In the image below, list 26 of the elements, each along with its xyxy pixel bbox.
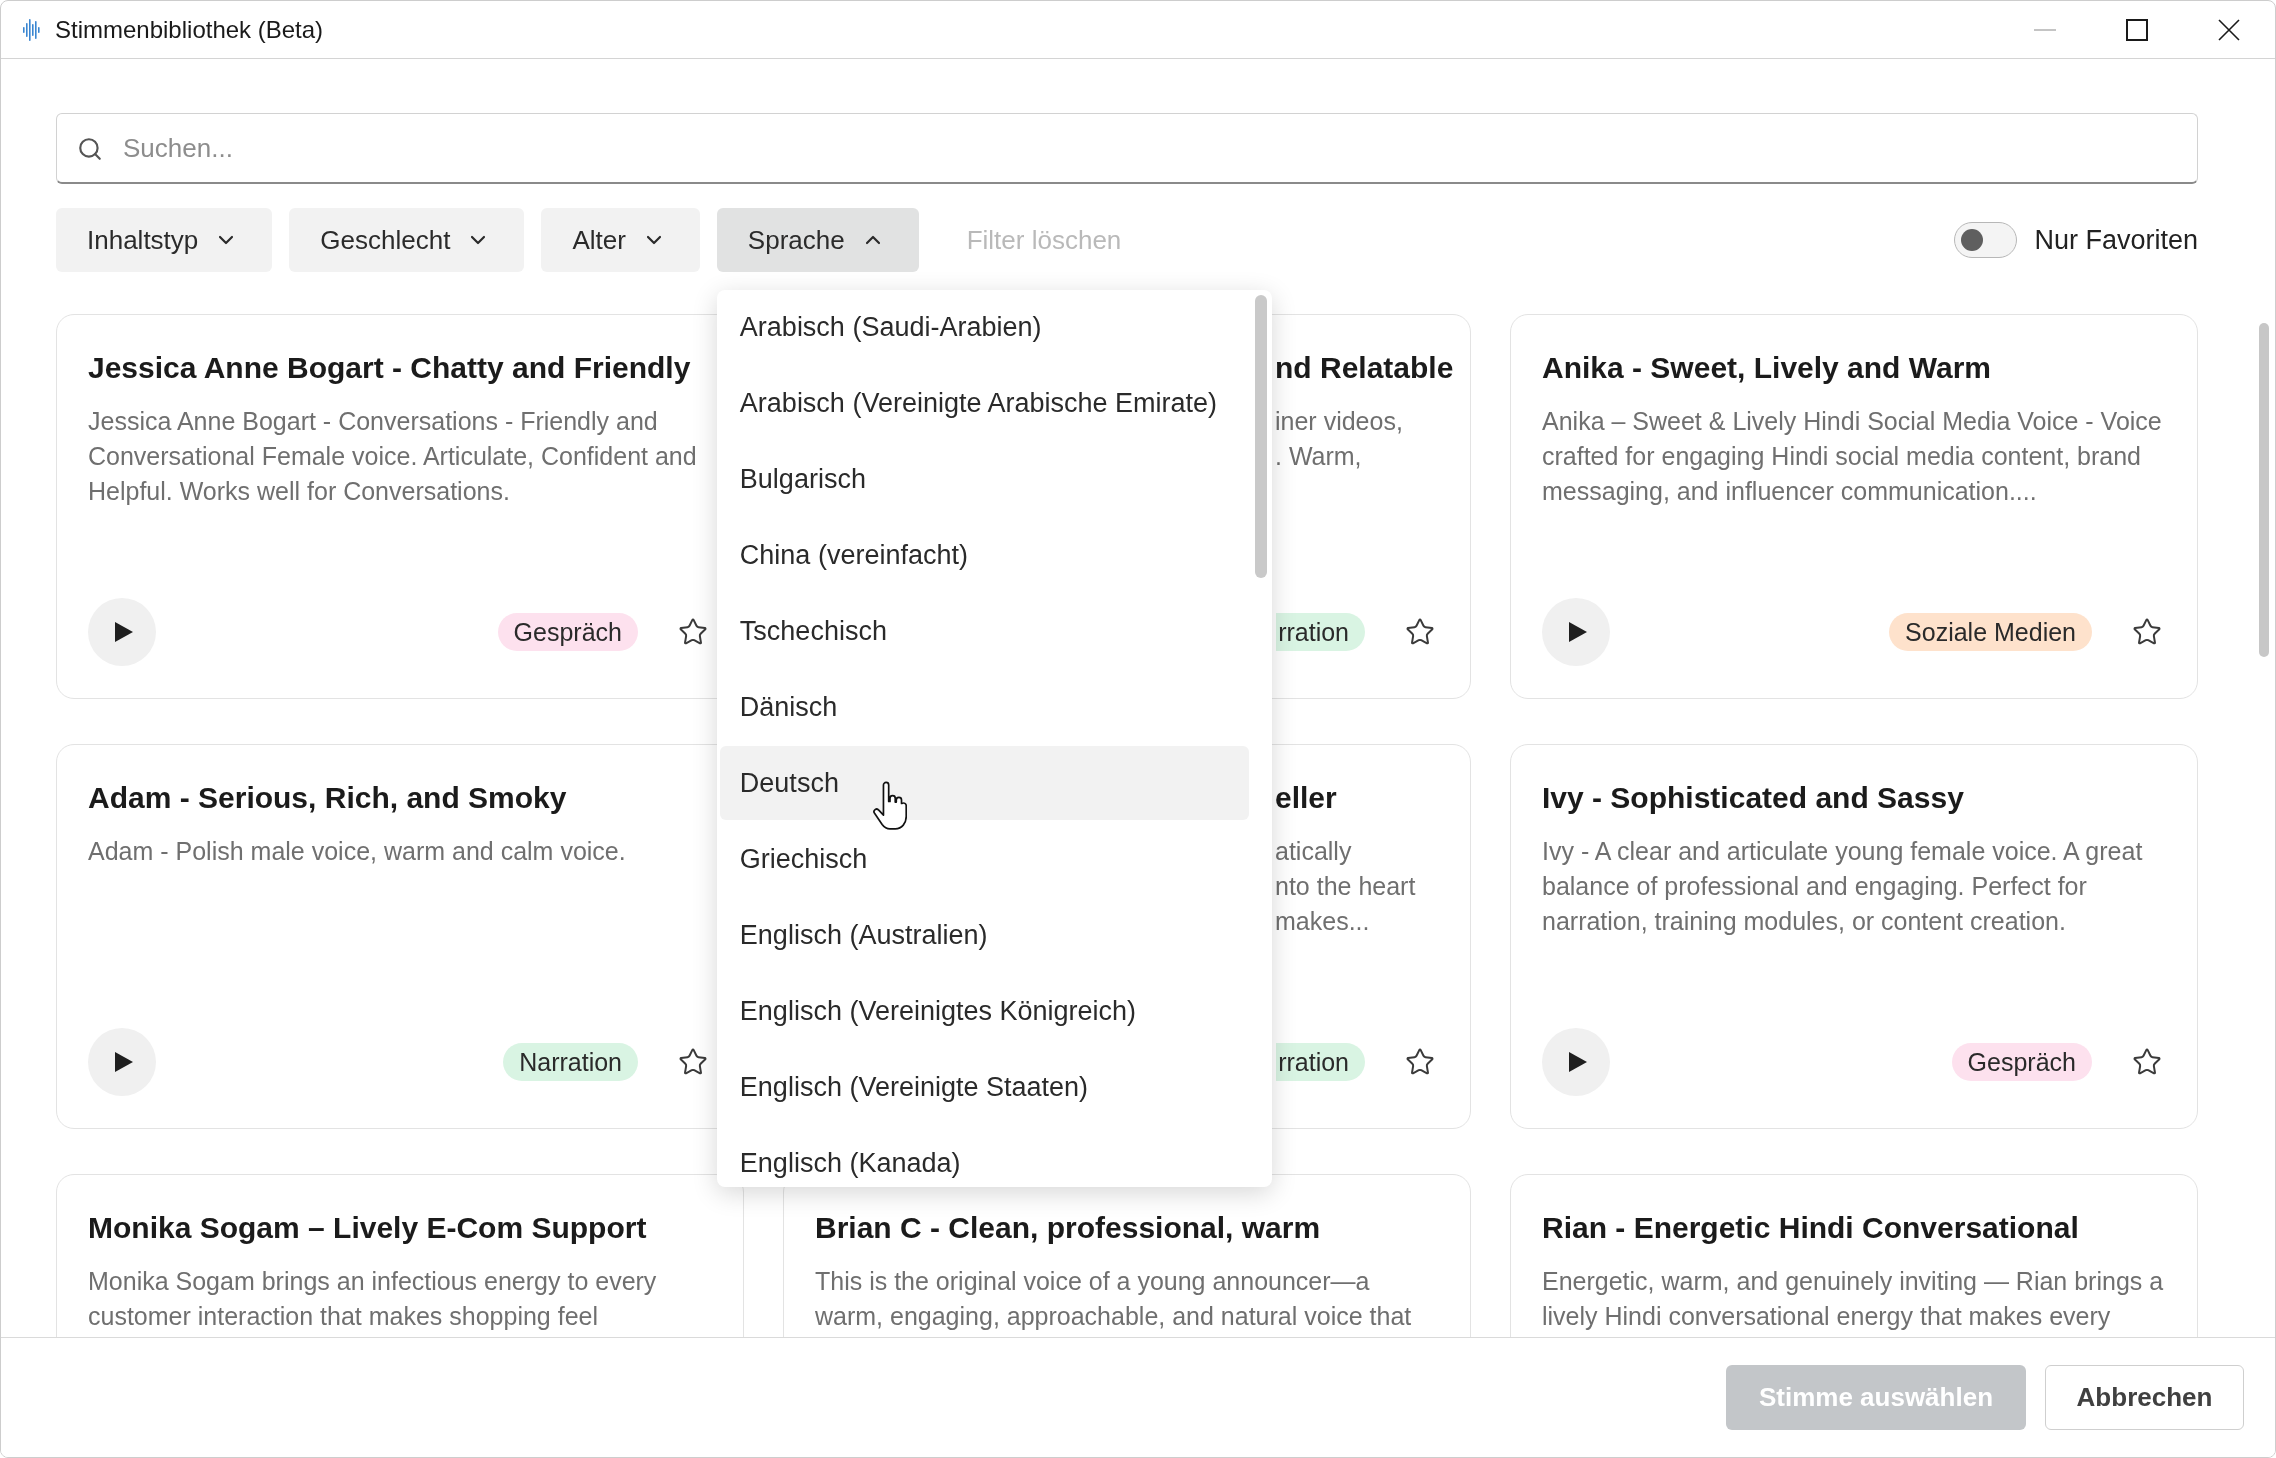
card-description: iner videos, . Warm, bbox=[1275, 406, 1404, 472]
card-description: Adam - Polish male voice, warm and calm voice. bbox=[88, 836, 627, 867]
card-title: Rian - Energetic Hindi Conversational bbox=[1542, 1210, 2079, 1246]
card-description: Energetic, warm, and genuinely inviting — Rian brings a lively Hindi conversational energy that makes every bbox=[1542, 1266, 2165, 1332]
category-tag: Gespräch bbox=[1951, 1043, 2092, 1081]
card-title: Ivy - Sophisticated and Sassy bbox=[1542, 780, 1964, 816]
toggle-label: Nur Favoriten bbox=[2034, 224, 2198, 256]
card-description: atically nto the heart makes... bbox=[1275, 836, 1417, 937]
category-tag: Soziale Medien bbox=[1889, 613, 2092, 651]
window-title: Stimmenbibliothek (Beta) bbox=[55, 15, 324, 44]
card-title: Adam - Serious, Rich, and Smoky bbox=[88, 780, 567, 816]
card-description: Ivy - A clear and articulate young female voice. A great balance of professional and engaging. Perfect for narration, training modules, or content creation. bbox=[1542, 836, 2144, 937]
card-description: Monika Sogam brings an infectious energy to every customer interaction that makes shopping feel bbox=[88, 1266, 658, 1332]
card-title: nd Relatable bbox=[1275, 350, 1454, 386]
card-title: eller bbox=[1275, 780, 1337, 816]
category-tag: Narration bbox=[503, 1043, 638, 1081]
category-tag: rration bbox=[1276, 613, 1365, 651]
card-title: Anika - Sweet, Lively and Warm bbox=[1542, 350, 1992, 386]
category-tag: rration bbox=[1276, 1043, 1365, 1081]
card-title: Jessica Anne Bogart - Chatty and Friendly bbox=[88, 350, 691, 386]
card-description: This is the original voice of a young announcer—a warm, engaging, approachable, and natural voice that bbox=[815, 1266, 1413, 1332]
category-tag: Gespräch bbox=[497, 613, 638, 651]
card-description: Jessica Anne Bogart - Conversations - Friendly and Conversational Female voice. Articulate, Confident and Helpful. Works well for Conversations. bbox=[88, 406, 698, 507]
card-title: Monika Sogam – Lively E-Com Support bbox=[88, 1210, 647, 1246]
card-title: Brian C - Clean, professional, warm bbox=[815, 1210, 1321, 1246]
card-description: Anika – Sweet & Lively Hindi Social Media Voice - Voice crafted for engaging Hindi social media content, brand messaging, and influencer communication.... bbox=[1542, 406, 2163, 507]
